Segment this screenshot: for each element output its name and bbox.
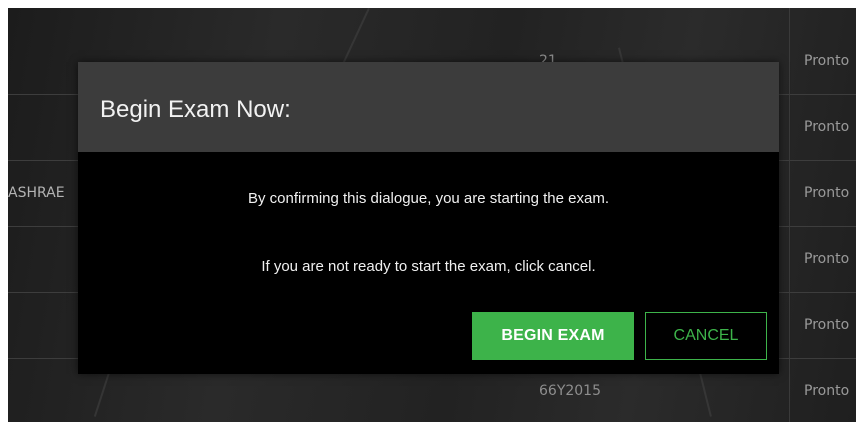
dialog-title: Begin Exam Now: bbox=[100, 96, 291, 123]
begin-exam-button[interactable]: BEGIN EXAM bbox=[472, 312, 634, 360]
dialog-message-confirm: By confirming this dialogue, you are sta… bbox=[247, 190, 610, 207]
table-cell-right: Pronto bbox=[804, 251, 850, 267]
table-cell-right: Pronto bbox=[804, 119, 850, 135]
table-cell-right: Pronto bbox=[804, 53, 850, 69]
table-cell-right: Pronto bbox=[804, 185, 850, 201]
dialog-header: Begin Exam Now: bbox=[78, 62, 779, 152]
table-cell-right: Pronto bbox=[804, 383, 850, 399]
cancel-button[interactable]: CANCEL bbox=[645, 312, 767, 360]
begin-exam-dialog: Begin Exam Now: By confirming this dialo… bbox=[78, 62, 779, 374]
app-frame: 21 Pronto Pronto ASHRAE Pronto Pronto Pr… bbox=[8, 8, 856, 422]
table-cell-left: ASHRAE bbox=[8, 185, 65, 201]
dialog-message-cancel-hint: If you are not ready to start the exam, … bbox=[261, 258, 596, 275]
table-cell-right: Pronto bbox=[804, 317, 850, 333]
